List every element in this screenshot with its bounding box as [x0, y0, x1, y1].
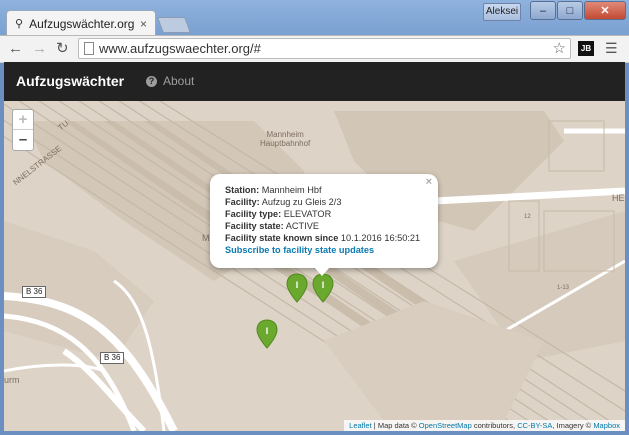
app-navbar: Aufzugswächter ? About: [4, 62, 625, 101]
map-label-m: M: [202, 233, 210, 243]
map-pin-icon: ⚲: [15, 18, 24, 30]
leaflet-link[interactable]: Leaflet: [349, 421, 372, 430]
popup-type-row: Facility type: ELEVATOR: [225, 208, 438, 220]
license-link[interactable]: CC-BY-SA: [517, 421, 552, 430]
new-tab-button[interactable]: [157, 17, 191, 33]
popup-tip: [314, 267, 330, 276]
page-icon: [84, 42, 94, 55]
url-text: www.aufzugswaechter.org/#: [99, 41, 261, 56]
bookmark-star-icon[interactable]: ☆: [553, 39, 566, 57]
station-map-label: Mannheim Hauptbahnhof: [260, 130, 311, 148]
road-shield-b36: B 36: [22, 286, 47, 298]
street-map-label-he: HE: [612, 193, 625, 203]
attribution-text-1: | Map data ©: [371, 421, 419, 430]
elevator-marker[interactable]: I: [256, 319, 278, 349]
popup-close-button[interactable]: ×: [426, 176, 432, 188]
popup-facility-value: Aufzug zu Gleis 2/3: [261, 197, 342, 207]
address-bar[interactable]: www.aufzugswaechter.org/# ☆: [78, 38, 571, 59]
question-icon: ?: [146, 75, 157, 87]
browser-toolbar: ← → ↻ www.aufzugswaechter.org/# ☆ JB ☰: [0, 35, 629, 63]
elevator-marker[interactable]: I: [312, 273, 334, 303]
close-window-button[interactable]: ✕: [584, 1, 626, 20]
popup-known-value: 10.1.2016 16:50:21: [340, 233, 421, 243]
svg-text:I: I: [322, 280, 325, 290]
menu-icon[interactable]: ☰: [605, 40, 618, 57]
subscribe-link[interactable]: Subscribe to facility state updates: [225, 244, 438, 256]
mapbox-link[interactable]: Mapbox: [593, 421, 620, 430]
popup-station-row: Station: Mannheim Hbf: [225, 184, 438, 196]
attribution-text-3: , Imagery ©: [552, 421, 594, 430]
tab-title: Aufzugswächter.org: [29, 16, 135, 31]
popup-state-row: Facility state: ACTIVE: [225, 220, 438, 232]
tab-strip: ⚲ Aufzugswächter.org × Aleksei – □ ✕: [0, 0, 629, 36]
svg-text:I: I: [266, 326, 269, 336]
popup-station-value: Mannheim Hbf: [261, 185, 322, 195]
browser-window: ⚲ Aufzugswächter.org × Aleksei – □ ✕ ← →…: [0, 0, 629, 435]
nav-about[interactable]: ? About: [146, 74, 194, 88]
reload-icon[interactable]: ↻: [56, 40, 69, 58]
maximize-button[interactable]: □: [557, 1, 583, 20]
brand-title[interactable]: Aufzugswächter: [16, 73, 124, 89]
osm-link[interactable]: OpenStreetMap: [419, 421, 472, 430]
house-number-12: 12: [524, 214, 531, 220]
popup-station-label: Station:: [225, 185, 260, 195]
browser-tab[interactable]: ⚲ Aufzugswächter.org ×: [6, 10, 156, 36]
map-attribution: Leaflet | Map data © OpenStreetMap contr…: [344, 420, 625, 431]
popup-known-row: Facility state known since 10.1.2016 16:…: [225, 232, 438, 244]
road-shield-b36-2: B 36: [100, 352, 125, 364]
elevator-marker[interactable]: I: [286, 273, 308, 303]
zoom-out-button[interactable]: –: [13, 130, 33, 149]
popup-facility-row: Facility: Aufzug zu Gleis 2/3: [225, 196, 438, 208]
zoom-in-button[interactable]: +: [13, 110, 33, 130]
popup-known-label: Facility state known since: [225, 233, 339, 243]
forward-arrow-icon[interactable]: →: [32, 40, 47, 58]
popup-state-value: ACTIVE: [285, 221, 319, 231]
popup-type-value: ELEVATOR: [283, 209, 332, 219]
nav-about-label: About: [163, 74, 195, 88]
back-arrow-icon[interactable]: ←: [8, 40, 23, 58]
zoom-control: + –: [12, 109, 34, 151]
user-profile-button[interactable]: Aleksei: [483, 3, 521, 21]
house-number-1-13: 1-13: [557, 285, 570, 291]
facility-popup: × Station: Mannheim Hbf Facility: Aufzug…: [210, 174, 438, 268]
minimize-button[interactable]: –: [530, 1, 556, 20]
popup-type-label: Facility type:: [225, 209, 282, 219]
tab-close-icon[interactable]: ×: [140, 17, 147, 31]
extension-icon[interactable]: JB: [578, 41, 594, 56]
popup-state-label: Facility state:: [225, 221, 284, 231]
map[interactable]: + – Mannheim Hauptbahnhof NNELSTRASSE TU…: [4, 101, 625, 431]
svg-text:I: I: [296, 280, 299, 290]
map-label-urm: urm: [4, 375, 20, 385]
attribution-text-2: contributors,: [471, 421, 518, 430]
popup-facility-label: Facility:: [225, 197, 260, 207]
